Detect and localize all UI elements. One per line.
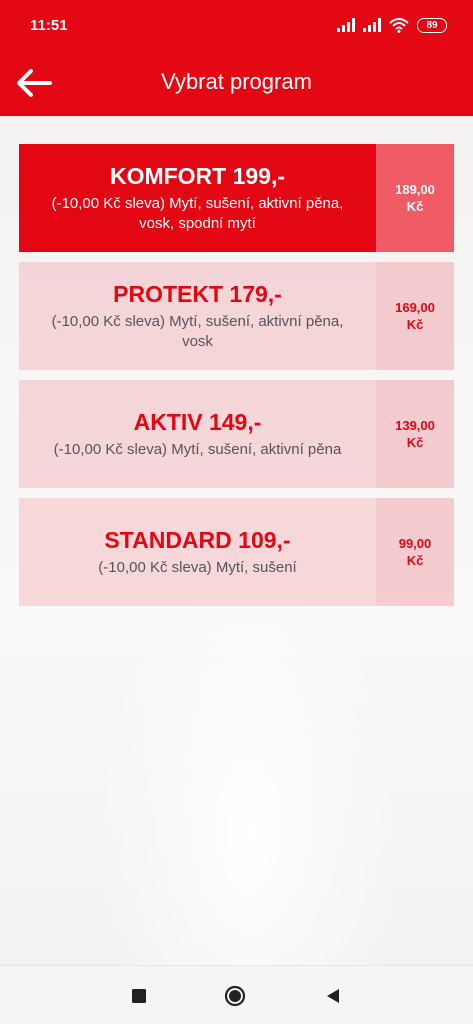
program-currency: Kč (406, 317, 424, 332)
signal-2-icon (363, 18, 381, 32)
program-name: AKTIV 149,- (133, 408, 262, 435)
app-bar: Vybrat program (0, 52, 473, 116)
battery-icon: 89 (417, 17, 447, 33)
program-description: (-10,00 Kč sleva) Mytí, sušení (98, 558, 297, 576)
program-main: STANDARD 109,- (-10,00 Kč sleva) Mytí, s… (19, 498, 376, 606)
status-bar: 11:51 89 (0, 0, 473, 52)
signal-icon (337, 18, 355, 32)
program-price-box: 99,00 Kč (376, 498, 454, 606)
wifi-icon (389, 17, 409, 33)
program-price: 169,00 (395, 300, 435, 315)
program-card-komfort[interactable]: KOMFORT 199,- (-10,00 Kč sleva) Mytí, su… (19, 144, 454, 252)
program-price-box: 169,00 Kč (376, 262, 454, 370)
program-currency: Kč (406, 199, 424, 214)
program-description: (-10,00 Kč sleva) Mytí, sušení, aktivní … (51, 194, 344, 232)
page-title: Vybrat program (161, 69, 312, 94)
program-price: 99,00 (398, 536, 432, 551)
program-price-box: 189,00 Kč (376, 144, 454, 252)
home-icon (224, 985, 246, 1007)
program-main: AKTIV 149,- (-10,00 Kč sleva) Mytí, suše… (19, 380, 376, 488)
program-card-protekt[interactable]: PROTEKT 179,- (-10,00 Kč sleva) Mytí, su… (19, 262, 454, 370)
program-name: PROTEKT 179,- (113, 280, 282, 307)
status-time: 11:51 (30, 17, 68, 34)
home-button[interactable] (224, 985, 246, 1007)
program-price: 139,00 (395, 418, 435, 433)
program-currency: Kč (406, 553, 424, 568)
program-card-aktiv[interactable]: AKTIV 149,- (-10,00 Kč sleva) Mytí, suše… (19, 380, 454, 488)
back-nav-button[interactable] (322, 985, 344, 1007)
status-icons: 89 (337, 16, 447, 34)
program-price: 189,00 (395, 182, 435, 197)
program-description: (-10,00 Kč sleva) Mytí, sušení, aktivní … (53, 440, 342, 458)
program-description: (-10,00 Kč sleva) Mytí, sušení, aktivní … (51, 312, 344, 350)
recent-apps-button[interactable] (128, 985, 150, 1007)
back-triangle-icon (327, 989, 339, 1003)
program-main: KOMFORT 199,- (-10,00 Kč sleva) Mytí, su… (19, 144, 376, 252)
program-list: KOMFORT 199,- (-10,00 Kč sleva) Mytí, su… (19, 144, 454, 616)
system-nav-bar (0, 965, 473, 1024)
program-name: KOMFORT 199,- (109, 162, 286, 189)
program-card-standard[interactable]: STANDARD 109,- (-10,00 Kč sleva) Mytí, s… (19, 498, 454, 606)
program-name: STANDARD 109,- (104, 526, 291, 553)
program-main: PROTEKT 179,- (-10,00 Kč sleva) Mytí, su… (19, 262, 376, 370)
program-price-box: 139,00 Kč (376, 380, 454, 488)
recent-apps-icon (132, 989, 146, 1003)
program-currency: Kč (406, 435, 424, 450)
